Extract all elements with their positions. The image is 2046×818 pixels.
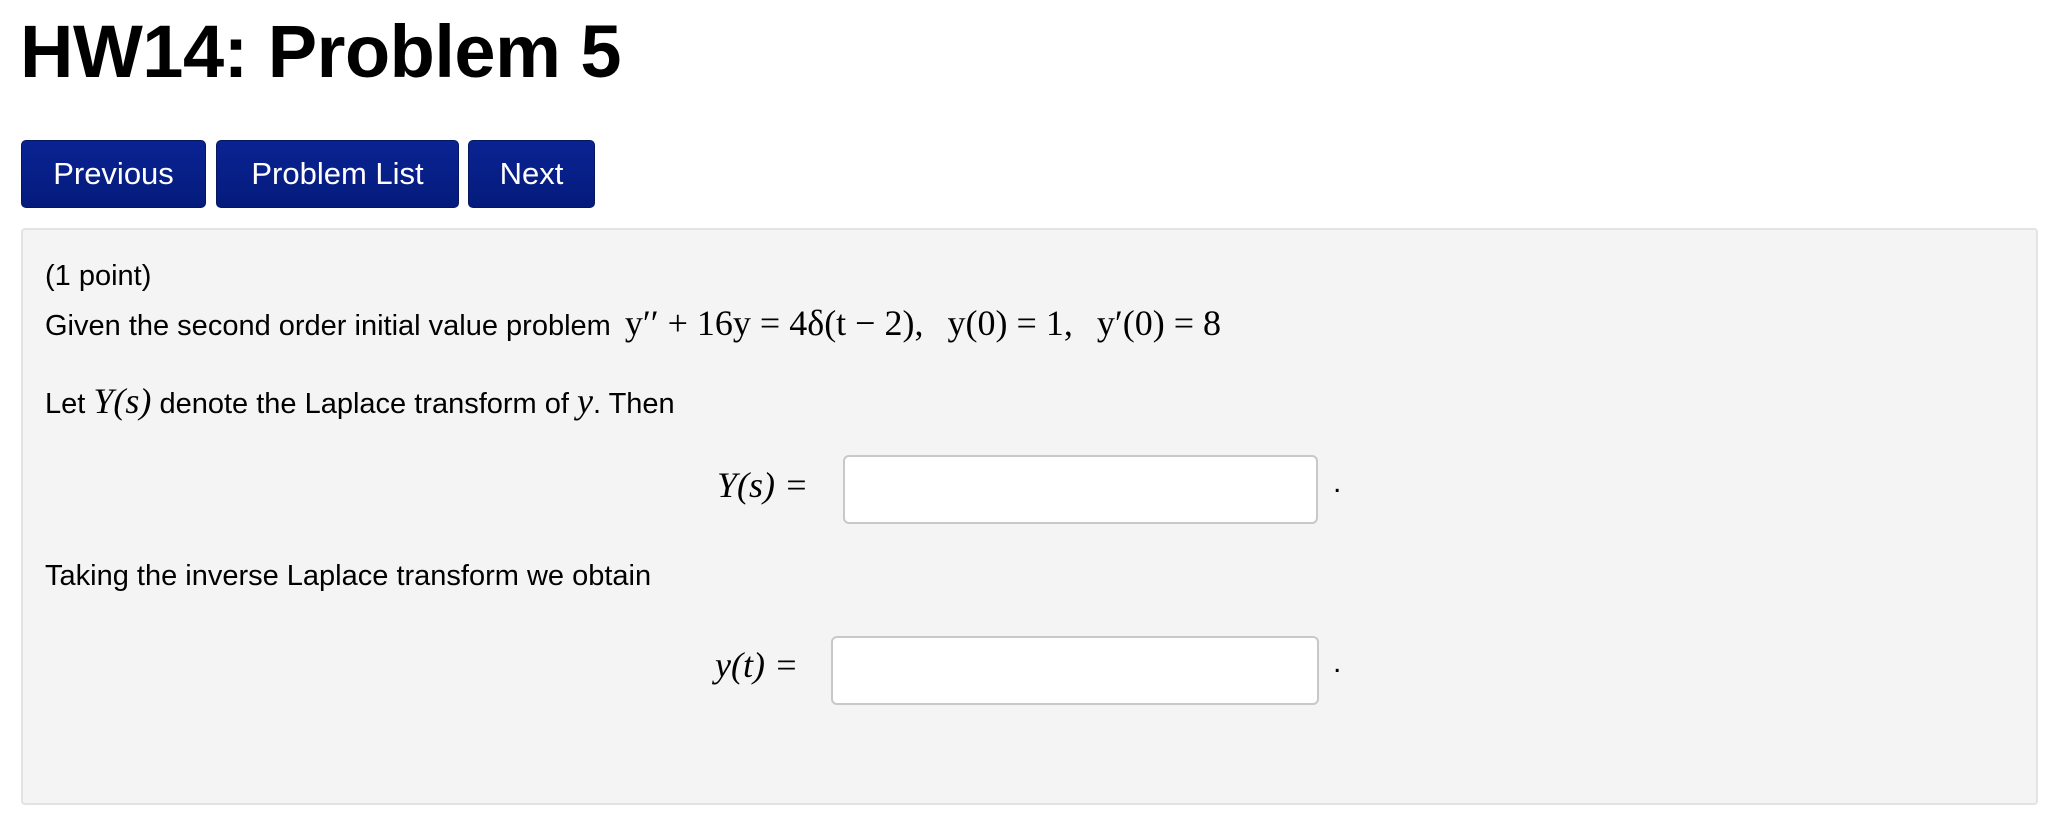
- problem-intro: Given the second order initial value pro…: [45, 310, 611, 342]
- laplace-statement: Let Y(s) denote the Laplace transform of…: [45, 380, 675, 422]
- answer1-period: .: [1333, 466, 1342, 499]
- point-value: (1 point): [45, 260, 152, 292]
- laplace-post: . Then: [593, 388, 675, 420]
- problem-body: (1 point) Given the second order initial…: [21, 228, 2038, 805]
- answer2-period: .: [1333, 646, 1342, 679]
- laplace-variable: y: [577, 381, 593, 421]
- answer1-label: Y(s) =: [717, 465, 809, 505]
- laplace-pre: Let: [45, 388, 86, 420]
- next-button[interactable]: Next: [468, 140, 595, 208]
- laplace-symbol: Y(s): [93, 381, 152, 421]
- answer2-label: y(t) =: [715, 645, 799, 685]
- initial-condition-y: y(0) = 1,: [947, 303, 1073, 343]
- problem-list-button[interactable]: Problem List: [216, 140, 459, 208]
- previous-button[interactable]: Previous: [21, 140, 206, 208]
- inverse-answer-input[interactable]: [831, 636, 1319, 705]
- laplace-mid: denote the Laplace transform of: [159, 388, 569, 420]
- laplace-answer-input[interactable]: [843, 455, 1318, 524]
- problem-statement: Given the second order initial value pro…: [45, 302, 1221, 344]
- inverse-statement: Taking the inverse Laplace transform we …: [45, 560, 652, 592]
- initial-condition-yprime: y′(0) = 8: [1096, 303, 1222, 343]
- differential-equation: y′′ + 16y = 4δ(t − 2),: [624, 303, 924, 343]
- page-title: HW14: Problem 5: [20, 10, 622, 93]
